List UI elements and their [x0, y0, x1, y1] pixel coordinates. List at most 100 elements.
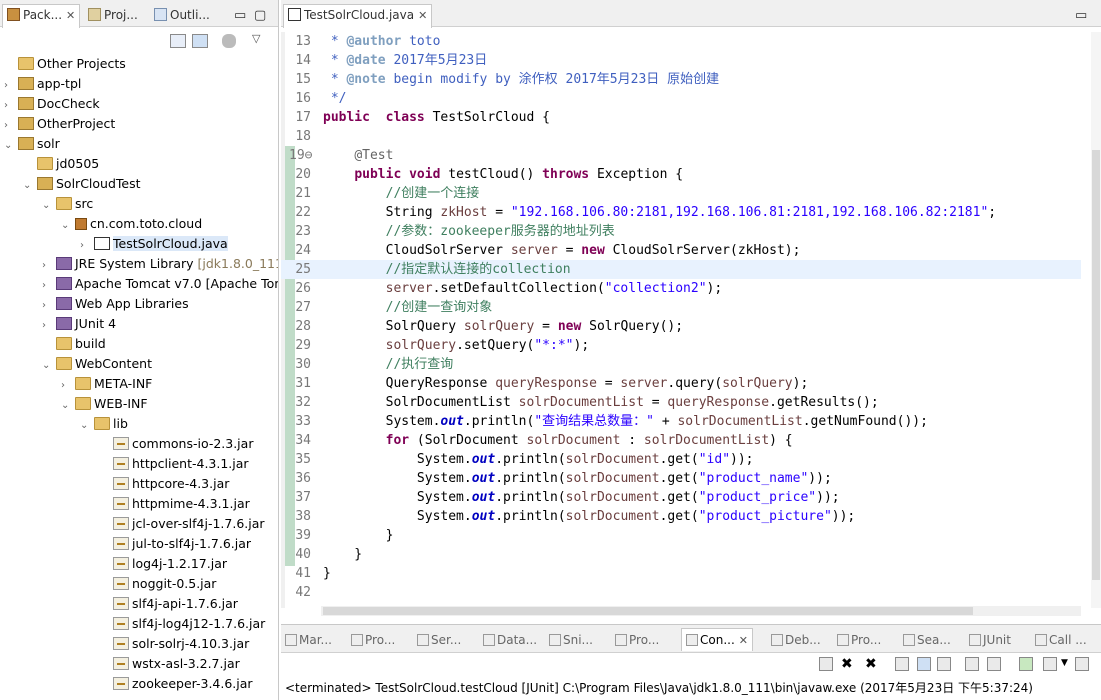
tree-item[interactable]: › OtherProject: [4, 114, 115, 134]
code-token: out: [471, 490, 496, 505]
tree-item[interactable]: › DocCheck: [4, 94, 100, 114]
tree-item[interactable]: › META-INF: [61, 374, 152, 394]
chevron-right-icon[interactable]: ›: [4, 116, 18, 136]
vertical-scroll-thumb[interactable]: [1092, 150, 1100, 580]
tab-outline[interactable]: Outli...: [150, 5, 214, 27]
tree-item[interactable]: log4j-1.2.17.jar: [99, 554, 227, 574]
tree-item[interactable]: › JUnit 4: [42, 314, 116, 334]
tree-item[interactable]: jd0505: [23, 154, 99, 174]
chevron-down-icon[interactable]: ⌄: [42, 356, 56, 376]
tree-item[interactable]: httpcore-4.3.jar: [99, 474, 229, 494]
tree-item[interactable]: slf4j-log4j12-1.7.6.jar: [99, 614, 265, 634]
close-icon[interactable]: ✕: [66, 9, 75, 22]
console-tab[interactable]: Call ...: [1035, 633, 1087, 647]
open-console-icon[interactable]: [1075, 657, 1089, 671]
chevron-down-icon[interactable]: ⌄: [80, 416, 94, 436]
pin-console-icon[interactable]: [1019, 657, 1033, 671]
code-token: *: [323, 34, 347, 49]
tree-item[interactable]: ⌄ cn.com.toto.cloud: [61, 214, 202, 234]
tab-editor-file[interactable]: TestSolrCloud.java ✕: [283, 4, 433, 28]
horizontal-scroll-thumb[interactable]: [323, 607, 973, 615]
chevron-right-icon[interactable]: ›: [4, 96, 18, 116]
tree-item[interactable]: › Apache Tomcat v7.0 [Apache Tom: [42, 274, 278, 296]
tree-item[interactable]: wstx-asl-3.2.7.jar: [99, 654, 240, 674]
tab-project-explorer[interactable]: Proj...: [84, 5, 142, 27]
minimize-button[interactable]: ▭: [1071, 5, 1091, 27]
tree-item[interactable]: › TestSolrCloud.java: [80, 234, 228, 254]
console-tab[interactable]: Pro...: [837, 633, 881, 647]
chevron-right-icon[interactable]: ›: [42, 296, 56, 316]
show-when-stdout-icon[interactable]: [965, 657, 979, 671]
chevron-down-icon[interactable]: ⌄: [23, 176, 37, 196]
console-tab[interactable]: Data...: [483, 633, 537, 647]
tree-item[interactable]: Other Projects: [4, 54, 126, 74]
tree-item[interactable]: jul-to-slf4j-1.7.6.jar: [99, 534, 251, 554]
chevron-right-icon[interactable]: ›: [61, 376, 75, 396]
display-console-icon[interactable]: [1043, 657, 1057, 671]
console-tab[interactable]: Sea...: [903, 633, 951, 647]
scroll-lock-icon[interactable]: [917, 657, 931, 671]
word-wrap-icon[interactable]: [937, 657, 951, 671]
tab-package-explorer[interactable]: Pack... ✕: [2, 4, 81, 28]
console-tab[interactable]: Con... ✕: [681, 628, 753, 651]
chevron-right-icon[interactable]: ›: [80, 236, 94, 256]
console-tab[interactable]: Deb...: [771, 633, 821, 647]
code-line: 16 */: [281, 89, 1081, 108]
tree-item[interactable]: ⌄ WebContent: [42, 354, 152, 374]
chevron-down-icon[interactable]: ⌄: [42, 196, 56, 216]
remove-launch-icon[interactable]: ✖: [841, 656, 853, 672]
editor-tabbar: TestSolrCloud.java ✕ ▭: [281, 0, 1101, 28]
view-menu-icon[interactable]: ▽: [252, 32, 260, 45]
tree-item[interactable]: ⌄ WEB-INF: [61, 394, 148, 414]
tree-item[interactable]: solr-solrj-4.10.3.jar: [99, 634, 249, 654]
chevron-right-icon[interactable]: ›: [42, 316, 56, 336]
tree-item[interactable]: commons-io-2.3.jar: [99, 434, 253, 454]
tree-item[interactable]: ⌄ solr: [4, 134, 60, 154]
tree-item[interactable]: jcl-over-slf4j-1.7.6.jar: [99, 514, 265, 534]
tree-item[interactable]: ⌄ SolrCloudTest: [23, 174, 141, 194]
console-tab[interactable]: Ser...: [417, 633, 461, 647]
console-tab[interactable]: Pro...: [615, 633, 659, 647]
minimize-button[interactable]: ▭: [230, 5, 250, 27]
filter-icon[interactable]: [222, 34, 236, 48]
tree-item[interactable]: ⌄ lib: [80, 414, 128, 434]
collapse-all-icon[interactable]: [170, 34, 186, 48]
remove-all-icon[interactable]: ✖: [865, 656, 877, 672]
code-text: server.setDefaultCollection("collection2…: [323, 279, 723, 298]
tree-item[interactable]: build: [42, 334, 106, 354]
tree-item[interactable]: ⌄ src: [42, 194, 93, 214]
terminate-icon[interactable]: [819, 657, 833, 671]
tree-item[interactable]: slf4j-api-1.7.6.jar: [99, 594, 238, 614]
tree-item[interactable]: › Web App Libraries: [42, 294, 189, 314]
chevron-down-icon[interactable]: ⌄: [4, 136, 18, 156]
code-token: "192.168.106.80:2181,192.168.106.81:2181…: [510, 205, 989, 220]
link-with-editor-icon[interactable]: [192, 34, 208, 48]
maximize-button[interactable]: ▢: [250, 5, 270, 27]
code-token: =: [643, 395, 668, 410]
console-tab[interactable]: Mar...: [285, 633, 332, 647]
chevron-right-icon[interactable]: ›: [4, 76, 18, 96]
tree-item[interactable]: › JRE System Library [jdk1.8.0_111]: [42, 254, 278, 276]
chevron-down-icon[interactable]: ⌄: [61, 396, 75, 416]
show-when-stderr-icon[interactable]: [987, 657, 1001, 671]
tree-item-label: SolrCloudTest: [56, 176, 141, 191]
code-token: );: [706, 281, 723, 296]
code-area[interactable]: 13 * @author toto 14 * @date 2017年5月23日 15…: [281, 32, 1101, 608]
console-tab[interactable]: Sni...: [549, 633, 593, 647]
tree-item[interactable]: noggit-0.5.jar: [99, 574, 216, 594]
chevron-right-icon[interactable]: ›: [42, 276, 56, 296]
close-icon[interactable]: ✕: [418, 9, 427, 22]
tree-item-label: jul-to-slf4j-1.7.6.jar: [132, 536, 252, 551]
tree-item[interactable]: httpclient-4.3.1.jar: [99, 454, 249, 474]
chevron-down-icon[interactable]: ⌄: [61, 216, 75, 236]
chevron-right-icon[interactable]: ›: [42, 256, 56, 276]
close-icon[interactable]: ✕: [739, 634, 748, 647]
chevron-down-icon[interactable]: ▼: [1061, 658, 1068, 668]
clear-console-icon[interactable]: [895, 657, 909, 671]
console-tab[interactable]: Pro...: [351, 633, 395, 647]
tree-item[interactable]: › app-tpl: [4, 74, 81, 94]
tree-item[interactable]: httpmime-4.3.1.jar: [99, 494, 250, 514]
tree-item[interactable]: zookeeper-3.4.6.jar: [99, 674, 253, 694]
console-tab[interactable]: JUnit: [969, 633, 1011, 647]
